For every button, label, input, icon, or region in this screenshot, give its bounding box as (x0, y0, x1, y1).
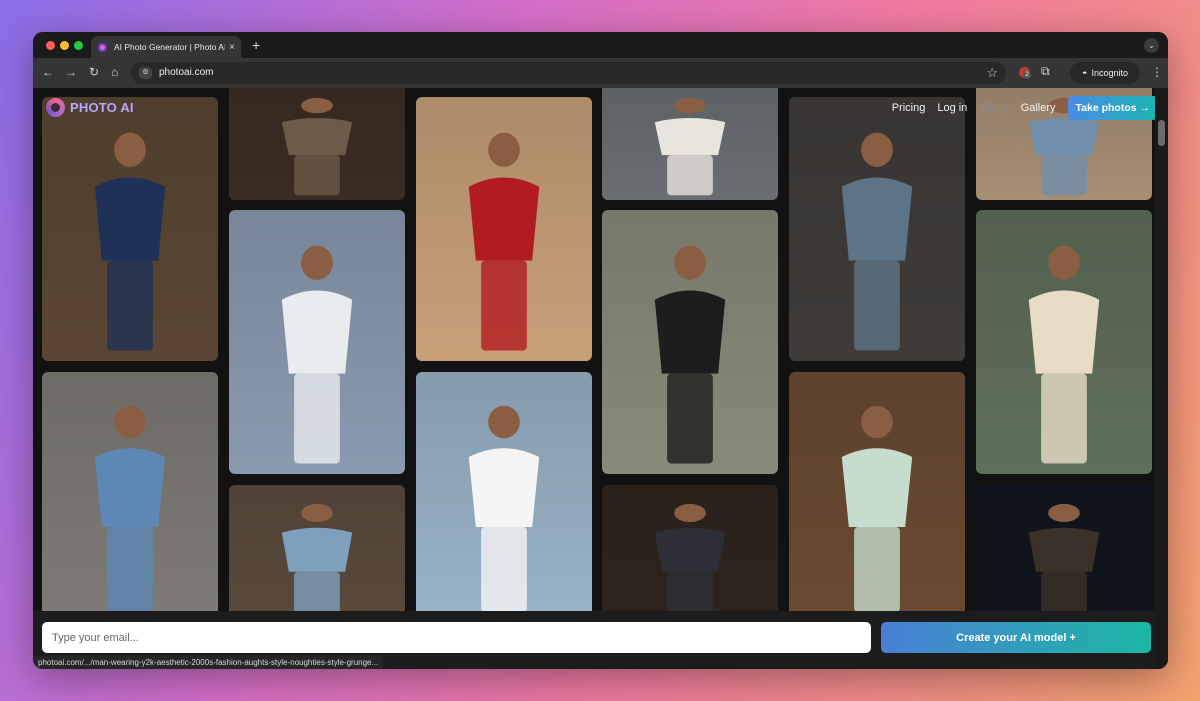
nav-billing-link[interactable]: Billing (979, 102, 1008, 114)
man-pinstripe-suit-photo[interactable] (602, 485, 778, 625)
extension-badge: 2 (1023, 71, 1031, 79)
page-scrollbar[interactable] (1155, 88, 1168, 669)
person-figure-illustration (416, 97, 592, 361)
person-figure-illustration (602, 88, 778, 200)
incognito-indicator[interactable]: ◓ Incognito (1070, 62, 1140, 84)
person-figure-illustration (976, 210, 1152, 474)
back-arrow-icon[interactable]: ← (42, 65, 54, 80)
person-figure-illustration (602, 210, 778, 474)
person-figure-illustration (789, 97, 965, 361)
address-bar[interactable]: ⚙ photoai.com ☆ (131, 62, 1006, 84)
bookmark-star-icon[interactable]: ☆ (986, 65, 998, 81)
new-tab-button[interactable]: + (252, 37, 260, 53)
minimize-window-button[interactable] (60, 41, 69, 50)
tab-search-chevron-icon[interactable]: ⌄ (1144, 38, 1159, 53)
address-url: photoai.com (159, 67, 214, 78)
nav-gallery-link[interactable]: Gallery (1021, 102, 1056, 114)
close-window-button[interactable] (46, 41, 55, 50)
man-black-tank-photo[interactable] (789, 97, 965, 361)
extension-icon[interactable]: 2 (1019, 67, 1031, 79)
blonde-woman-sweater-photo[interactable] (976, 210, 1152, 474)
white-jumpsuit-street-photo[interactable] (602, 88, 778, 200)
person-figure-illustration (416, 372, 592, 622)
person-figure-illustration (229, 485, 405, 625)
man-cafe-coffee-photo[interactable] (789, 372, 965, 622)
books-desk-photo[interactable] (229, 88, 405, 200)
tab-title: AI Photo Generator | Photo AI (114, 42, 226, 52)
man-beach-palm-photo[interactable] (416, 372, 592, 622)
incognito-label: Incognito (1091, 68, 1128, 78)
link-status-bar: photoai.com/.../man-wearing-y2k-aestheti… (33, 656, 384, 669)
man-white-crop-denim-photo[interactable] (42, 372, 218, 622)
woman-black-yellow-jacket-photo[interactable] (602, 210, 778, 474)
night-crowd-festival-photo[interactable] (976, 485, 1152, 625)
extensions-puzzle-icon[interactable]: ⧉ (1041, 64, 1050, 79)
tab-active[interactable]: AI Photo Generator | Photo AI × (91, 36, 241, 58)
site-logo[interactable]: PHOTO AI (46, 98, 134, 117)
scrollbar-thumb[interactable] (1158, 120, 1165, 146)
person-figure-illustration (229, 210, 405, 474)
photoai-logo-icon (46, 98, 65, 117)
woman-white-crop-top-photo[interactable] (416, 97, 592, 361)
person-figure-illustration (976, 485, 1152, 625)
reload-icon[interactable]: ↻ (89, 65, 99, 80)
nav-pricing-link[interactable]: Pricing (892, 102, 926, 114)
forward-arrow-icon[interactable]: → (65, 65, 77, 80)
person-figure-illustration (602, 485, 778, 625)
browser-window: AI Photo Generator | Photo AI × + ⌄ ← → … (33, 32, 1168, 669)
maximize-window-button[interactable] (74, 41, 83, 50)
page-viewport: PHOTO AI Pricing Log in Billing Gallery … (33, 88, 1168, 669)
person-figure-illustration (229, 88, 405, 200)
woman-blue-crop-top-photo[interactable] (229, 485, 405, 625)
site-settings-icon[interactable]: ⚙ (139, 67, 152, 79)
nav-login-link[interactable]: Log in (937, 102, 967, 114)
person-figure-illustration (42, 372, 218, 622)
man-white-tank-sea-photo[interactable] (229, 210, 405, 474)
incognito-icon: ◓ (1082, 68, 1088, 78)
tab-close-icon[interactable]: × (229, 42, 235, 53)
photoai-favicon-icon (97, 41, 108, 53)
email-input[interactable] (42, 622, 871, 653)
site-nav: Pricing Log in Billing Gallery Take phot… (892, 96, 1158, 120)
home-icon[interactable]: ⌂ (111, 65, 118, 80)
photo-gallery (33, 88, 1155, 669)
logo-text: PHOTO AI (70, 100, 134, 115)
person-figure-illustration (789, 372, 965, 622)
create-ai-model-button[interactable]: Create your AI model + (881, 622, 1151, 653)
tab-strip: AI Photo Generator | Photo AI × + ⌄ (33, 32, 1168, 58)
person-figure-illustration (42, 97, 218, 361)
browser-menu-icon[interactable]: ⋮ (1151, 65, 1163, 79)
take-photos-button[interactable]: Take photos → (1067, 96, 1158, 120)
browser-toolbar: ← → ↻ ⌂ ⚙ photoai.com ☆ 2 ⧉ ◓ Incognito … (33, 58, 1168, 88)
man-navy-sherwani-photo[interactable] (42, 97, 218, 361)
